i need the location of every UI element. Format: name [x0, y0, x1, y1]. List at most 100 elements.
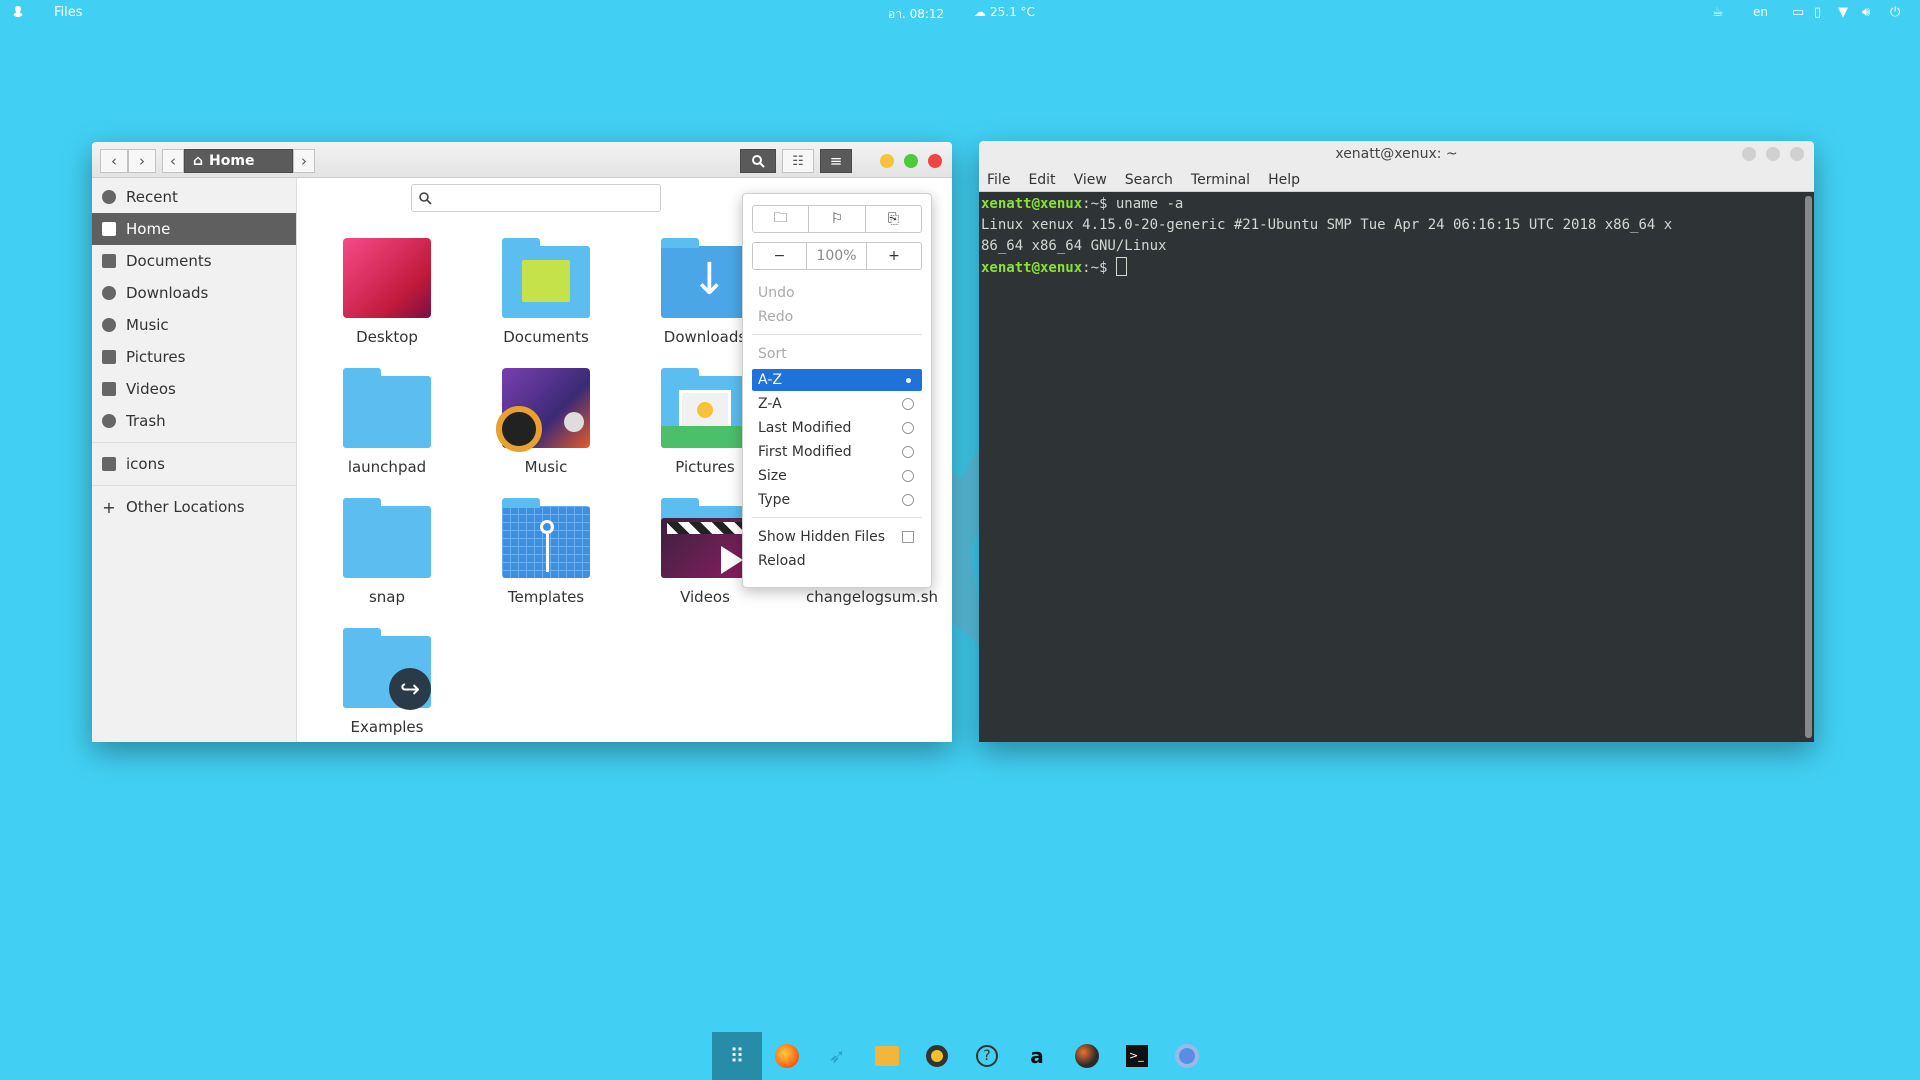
terminal-output[interactable]: xenatt@xenux:~$ uname -a Linux xenux 4.15… — [979, 192, 1802, 742]
breadcrumb-home[interactable]: ⌂ Home — [184, 149, 293, 173]
sort-option-type[interactable]: Type — [752, 489, 922, 511]
undo-menu-item[interactable]: Undo — [752, 282, 922, 304]
sidebar-item-trash[interactable]: Trash — [92, 405, 296, 437]
terminal-line: xenatt@xenux:~$ — [981, 257, 1800, 279]
path-right-button[interactable]: › — [293, 149, 315, 173]
path-left-button[interactable]: ‹ — [162, 149, 184, 173]
new-tab-button[interactable]: ⎘ — [866, 206, 921, 232]
dock-app-bird[interactable]: ➶ — [812, 1032, 862, 1080]
sort-option-size[interactable]: Size — [752, 465, 922, 487]
zoom-in-button[interactable]: + — [867, 243, 921, 269]
sidebar-divider — [92, 442, 296, 443]
text-cursor — [1115, 257, 1127, 276]
sidebar-item-icons[interactable]: icons — [92, 448, 296, 480]
clock-icon — [102, 190, 116, 204]
menu-button[interactable]: ≡ — [820, 149, 852, 173]
dock-firefox[interactable] — [762, 1032, 812, 1080]
file-item-templates[interactable]: Templates — [481, 498, 611, 606]
redo-menu-item[interactable]: Redo — [752, 306, 922, 328]
chevron-left-icon: ‹ — [111, 152, 117, 170]
weather-icon: ☁ — [974, 5, 986, 19]
dock-files[interactable] — [862, 1032, 912, 1080]
language-indicator[interactable]: en — [1753, 5, 1768, 19]
sort-option-a-z[interactable]: A-Z — [752, 369, 922, 391]
sort-option-label: Z-A — [758, 396, 782, 412]
radio-icon — [902, 398, 914, 410]
file-item-launchpad[interactable]: launchpad — [322, 368, 452, 476]
wifi-icon[interactable]: ▼ — [1838, 5, 1848, 20]
zoom-level: 100% — [807, 243, 867, 269]
zoom-out-button[interactable]: − — [753, 243, 807, 269]
menu-search[interactable]: Search — [1125, 172, 1173, 188]
active-app-label[interactable]: Files — [54, 5, 83, 20]
new-folder-button[interactable]: 🗀︎ — [753, 206, 810, 232]
dock-chromium[interactable] — [1162, 1032, 1212, 1080]
back-button[interactable]: ‹ — [100, 149, 128, 173]
display-icon[interactable]: ▭ — [1792, 5, 1804, 20]
sort-option-first-modified[interactable]: First Modified — [752, 441, 922, 463]
maximize-button[interactable] — [1766, 147, 1780, 161]
download-icon — [102, 286, 116, 300]
music-icon — [102, 318, 116, 332]
sidebar-item-music[interactable]: Music — [92, 309, 296, 341]
dock-help[interactable]: ? — [962, 1032, 1012, 1080]
bookmark-button[interactable]: ⚐ — [809, 206, 866, 232]
sort-option-last-modified[interactable]: Last Modified — [752, 417, 922, 439]
dock-amazon[interactable]: a — [1012, 1032, 1062, 1080]
search-icon — [419, 192, 432, 205]
volume-icon[interactable]: 🔊︎ — [1862, 5, 1870, 20]
power-icon[interactable]: ⏻ — [1890, 5, 1900, 20]
documents-folder-icon — [502, 238, 590, 318]
file-item-desktop[interactable]: Desktop — [322, 238, 452, 346]
dock-music-player[interactable] — [912, 1032, 962, 1080]
dock-app-launcher[interactable]: ⠿ — [712, 1032, 762, 1080]
battery-icon[interactable]: ▯ — [1814, 5, 1821, 20]
view-toggle-button[interactable]: ☷ — [782, 149, 814, 173]
sidebar-item-pictures[interactable]: Pictures — [92, 341, 296, 373]
sidebar-item-downloads[interactable]: Downloads — [92, 277, 296, 309]
sidebar-item-documents[interactable]: Documents — [92, 245, 296, 277]
amazon-icon: a — [1030, 1044, 1044, 1068]
reload-menu-item[interactable]: Reload — [752, 550, 922, 572]
menu-file[interactable]: File — [987, 172, 1010, 188]
menu-terminal[interactable]: Terminal — [1191, 172, 1250, 188]
menu-view[interactable]: View — [1074, 172, 1107, 188]
file-item-label: changelogsum.sh — [805, 588, 939, 606]
sidebar-item-recent[interactable]: Recent — [92, 181, 296, 213]
sidebar-item-videos[interactable]: Videos — [92, 373, 296, 405]
close-button[interactable] — [1790, 147, 1804, 161]
minimize-button[interactable] — [880, 154, 894, 168]
file-item-snap[interactable]: snap — [322, 498, 452, 606]
search-input[interactable] — [411, 184, 661, 212]
close-button[interactable] — [928, 154, 942, 168]
sidebar-item-label: Home — [126, 220, 171, 238]
file-item-examples[interactable]: ↪ Examples — [322, 628, 452, 736]
terminal-scrollbar[interactable] — [1805, 196, 1812, 738]
link-folder-icon: ↪ — [343, 628, 431, 710]
maximize-button[interactable] — [904, 154, 918, 168]
clock[interactable]: อา. 08:12 — [888, 5, 944, 24]
terminal-titlebar: xenatt@xenux: ~ — [979, 141, 1814, 168]
sidebar-item-other-locations[interactable]: + Other Locations — [92, 491, 296, 523]
forward-button[interactable]: › — [128, 149, 156, 173]
file-item-music[interactable]: Music — [481, 368, 611, 476]
cup-icon[interactable]: ☕ — [1712, 5, 1724, 20]
search-button[interactable] — [740, 149, 776, 173]
app-menu-icon[interactable] — [10, 4, 26, 20]
dock-terminal[interactable]: >_ — [1112, 1032, 1162, 1080]
sidebar-item-home[interactable]: Home — [92, 213, 296, 245]
file-item-label: Music — [524, 458, 568, 476]
minimize-button[interactable] — [1742, 147, 1756, 161]
top-panel: Files อา. 08:12 ☁ 25.1 °C ☕ en ▭ ▯ ▼ 🔊︎ … — [0, 0, 1920, 26]
file-item-documents[interactable]: Documents — [481, 238, 611, 346]
menu-help[interactable]: Help — [1268, 172, 1300, 188]
sidebar-item-label: Recent — [126, 188, 178, 206]
sort-option-z-a[interactable]: Z-A — [752, 393, 922, 415]
show-hidden-files-toggle[interactable]: Show Hidden Files — [752, 526, 922, 548]
menu-edit[interactable]: Edit — [1028, 172, 1055, 188]
weather-indicator[interactable]: ☁ 25.1 °C — [974, 5, 1035, 19]
folder-icon — [343, 368, 431, 448]
folder-icon — [343, 498, 431, 578]
prompt-suffix: :~$ — [1082, 196, 1116, 212]
dock-app-orb[interactable] — [1062, 1032, 1112, 1080]
